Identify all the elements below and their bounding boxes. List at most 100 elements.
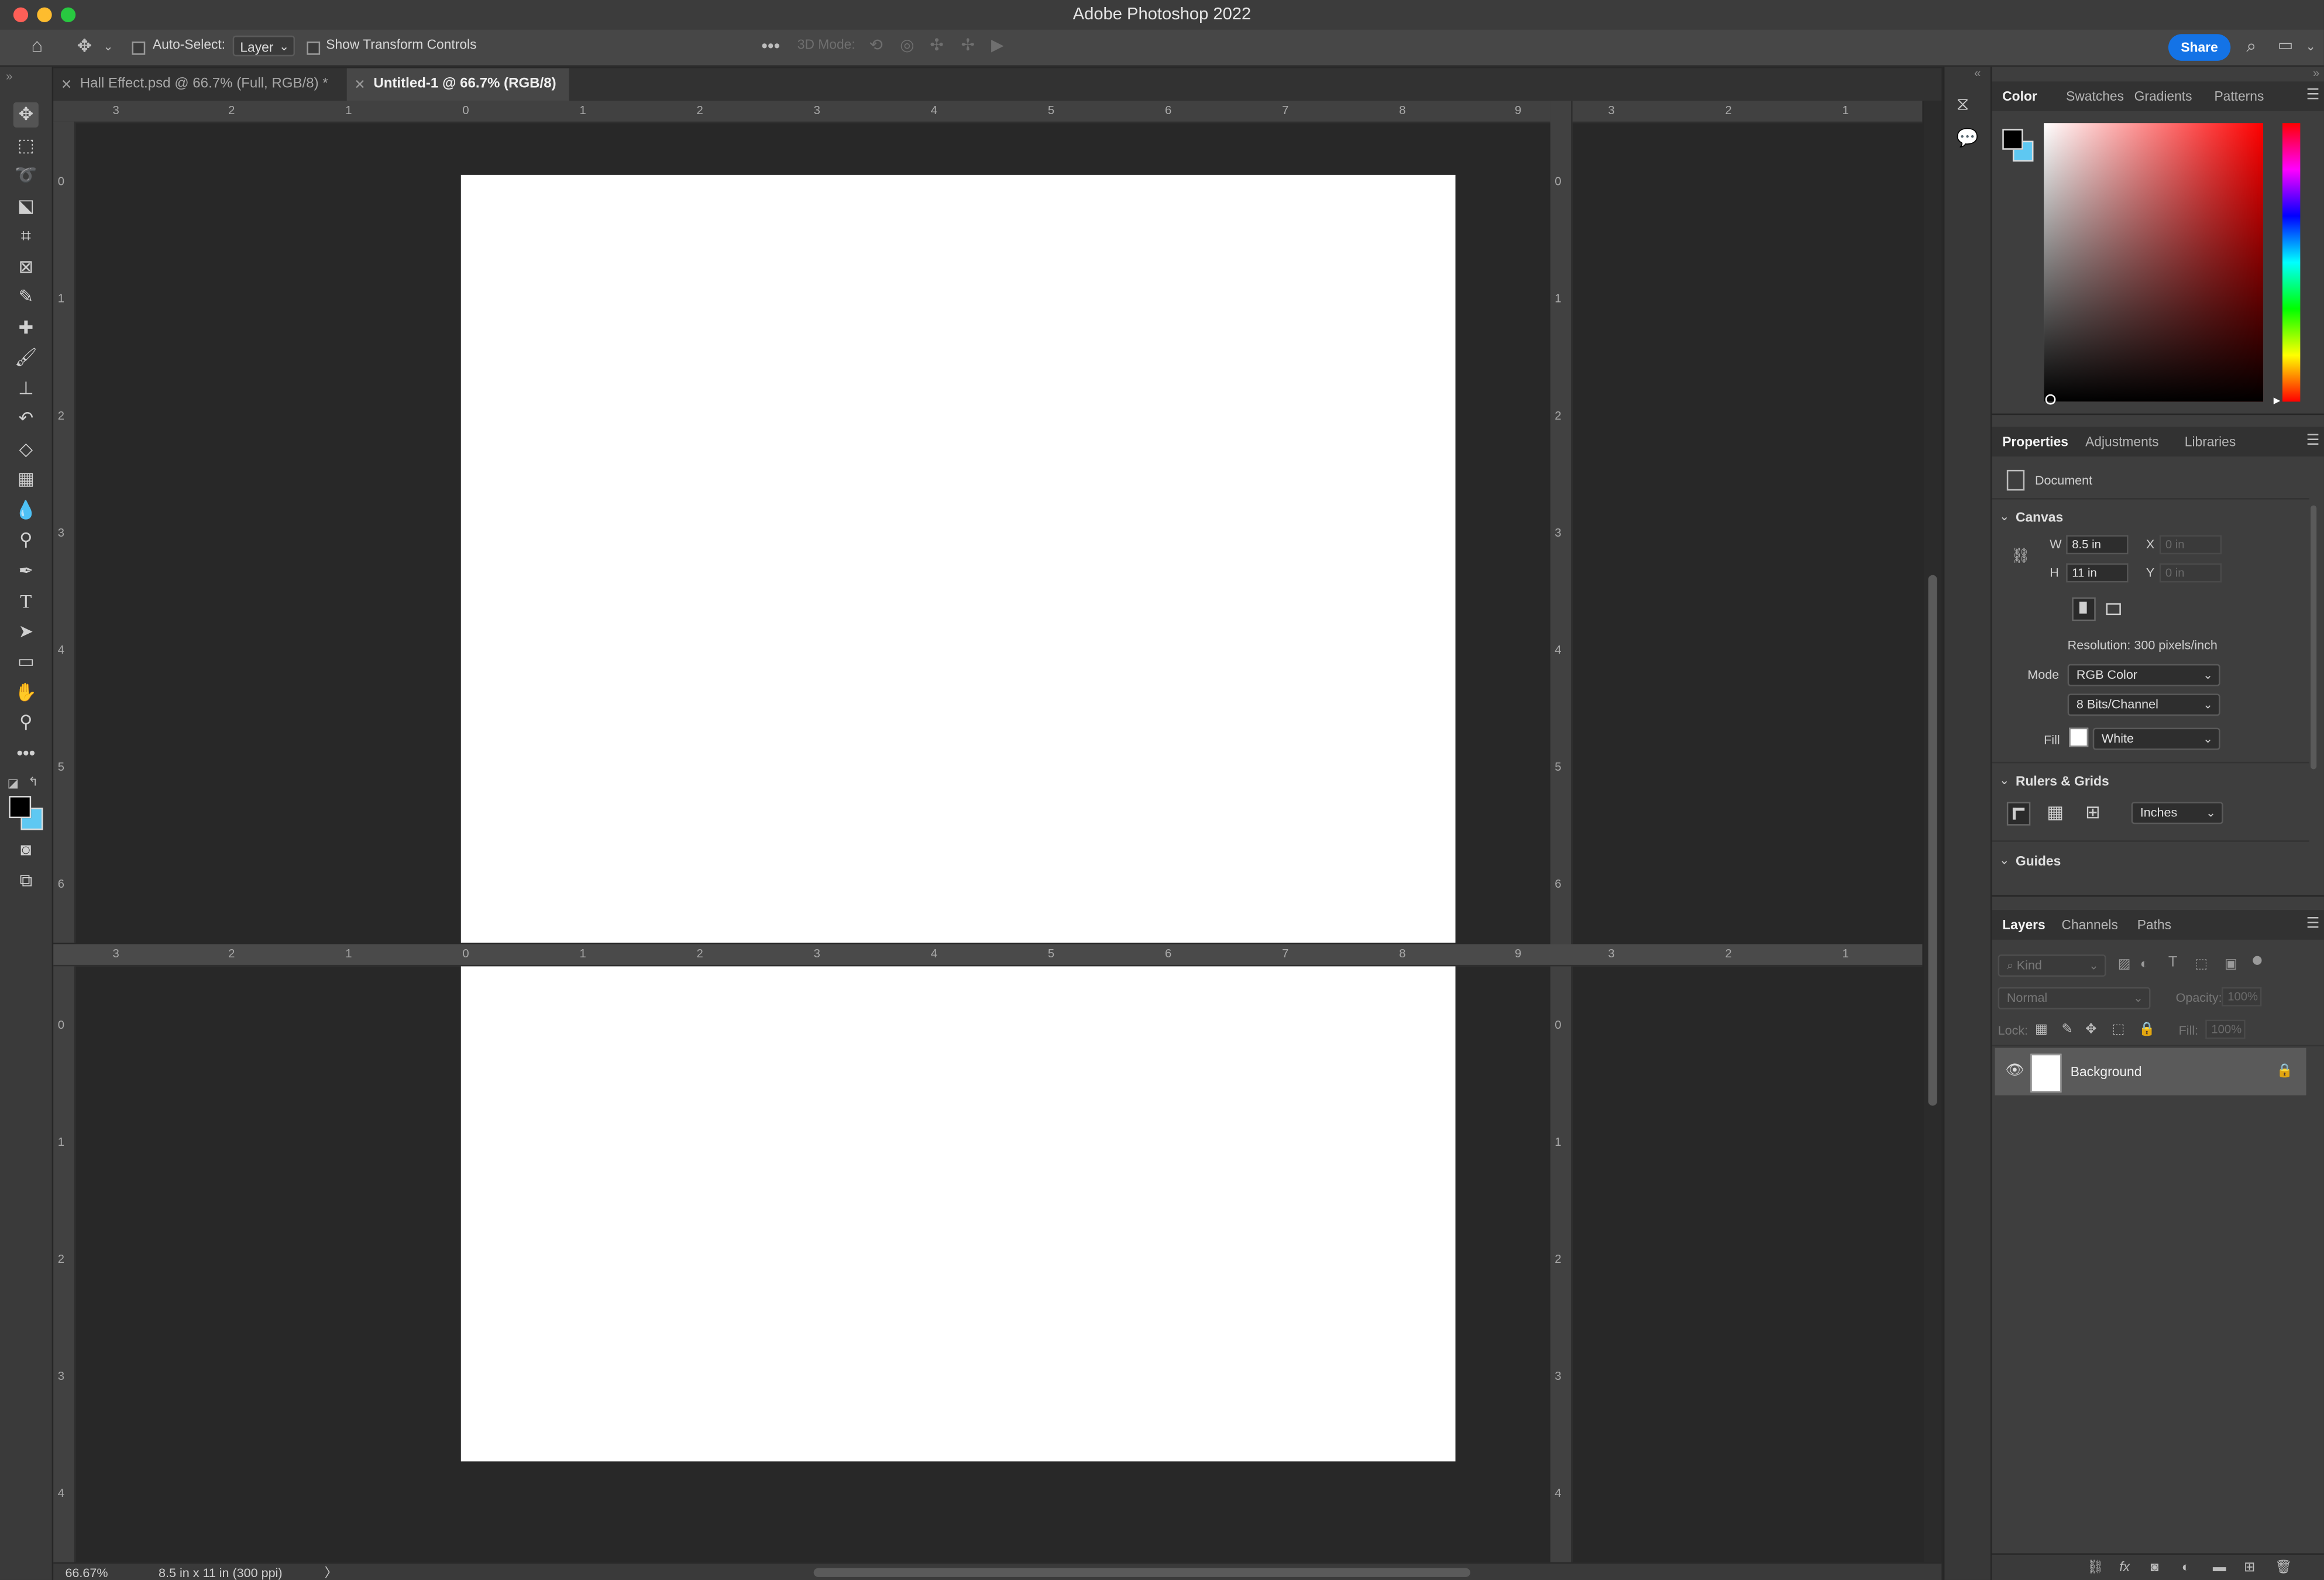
panel-menu-icon[interactable]: ☰ bbox=[2306, 916, 2320, 932]
swap-colors-icon[interactable]: ↰ bbox=[28, 775, 38, 789]
status-menu-arrow-icon[interactable]: 〉 bbox=[325, 1564, 338, 1580]
delete-layer-icon[interactable]: 🗑 bbox=[2275, 1560, 2292, 1576]
zoom-tool-icon[interactable]: ⚲ bbox=[13, 710, 39, 735]
blur-tool-icon[interactable]: 💧 bbox=[13, 498, 39, 523]
tab-channels[interactable]: Channels bbox=[2062, 910, 2118, 940]
more-options-icon[interactable]: ••• bbox=[760, 37, 781, 54]
tab-libraries[interactable]: Libraries bbox=[2185, 427, 2236, 456]
zoom-level[interactable]: 66.67% bbox=[65, 1565, 108, 1580]
mode-dropdown[interactable]: RGB Color ⌄ bbox=[2067, 664, 2220, 686]
tab-gradients[interactable]: Gradients bbox=[2134, 81, 2192, 111]
guides-section-title[interactable]: Guides bbox=[2016, 854, 2061, 868]
panel-menu-icon[interactable]: ☰ bbox=[2306, 433, 2320, 449]
rulers-toggle-button[interactable] bbox=[2006, 802, 2031, 826]
expand-dock-icon[interactable]: « bbox=[1974, 67, 1981, 80]
chevron-down-icon[interactable]: ⌄ bbox=[1999, 854, 2009, 867]
eye-icon[interactable]: 👁 bbox=[2005, 1063, 2024, 1079]
hue-slider[interactable] bbox=[2282, 123, 2301, 402]
layer-row[interactable]: 👁 Background 🔒 bbox=[1995, 1047, 2306, 1095]
eyedropper-tool-icon[interactable]: ✎ bbox=[13, 284, 39, 310]
workspace-chevron-icon[interactable]: ⌄ bbox=[2303, 39, 2318, 56]
new-layer-icon[interactable]: ⊞ bbox=[2244, 1560, 2255, 1576]
canvas-page-top[interactable] bbox=[460, 174, 1456, 943]
vertical-ruler-split[interactable]: 0 1 2 3 4 5 6 0 1 2 3 4 bbox=[1550, 101, 1573, 1562]
tool-preset-chevron-icon[interactable]: ⌄ bbox=[101, 39, 115, 56]
link-layers-icon[interactable]: ⛓ bbox=[2087, 1560, 2104, 1576]
color-picker-cursor[interactable] bbox=[2045, 394, 2056, 405]
gradient-tool-icon[interactable]: ▦ bbox=[13, 467, 39, 492]
move-tool-icon[interactable]: ✥ bbox=[13, 102, 39, 128]
search-icon[interactable]: ⌕ bbox=[2241, 37, 2261, 54]
rulers-grids-section-title[interactable]: Rulers & Grids bbox=[2016, 774, 2109, 788]
portrait-orientation-button[interactable] bbox=[2072, 597, 2096, 621]
collapse-panels-icon[interactable]: » bbox=[2313, 67, 2319, 80]
eraser-tool-icon[interactable]: ◇ bbox=[13, 437, 39, 462]
clone-stamp-tool-icon[interactable]: ⊥ bbox=[13, 376, 39, 401]
filter-toggle-icon[interactable] bbox=[2253, 956, 2262, 965]
horizontal-ruler-bottom[interactable]: 3 2 1 0 1 2 3 4 5 6 7 8 9 3 2 1 bbox=[53, 944, 1923, 967]
filter-pixel-layers-icon[interactable]: ▨ bbox=[2118, 956, 2131, 973]
type-tool-icon[interactable]: T bbox=[13, 589, 39, 614]
chevron-down-icon[interactable]: ⌄ bbox=[1999, 774, 2009, 787]
show-transform-controls-checkbox[interactable] bbox=[307, 41, 321, 55]
auto-select-target-dropdown[interactable]: Layer ⌄ bbox=[232, 35, 295, 57]
filter-smart-objects-icon[interactable]: ▣ bbox=[2225, 956, 2237, 973]
color-fg-swatch[interactable] bbox=[2002, 129, 2023, 150]
width-field[interactable]: 8.5 in bbox=[2066, 535, 2129, 555]
foreground-color-swatch[interactable] bbox=[9, 796, 32, 819]
filter-shape-layers-icon[interactable]: ⬚ bbox=[2195, 956, 2208, 973]
new-group-icon[interactable]: ▬ bbox=[2213, 1560, 2226, 1574]
hue-slider-handle-icon[interactable]: ▶ bbox=[2274, 396, 2281, 406]
lock-icon[interactable]: 🔒 bbox=[2277, 1063, 2293, 1079]
canvas-area[interactable]: 3 2 1 0 1 2 3 4 5 6 7 8 9 3 2 1 0 1 2 3 … bbox=[53, 101, 1942, 1562]
height-field[interactable]: 11 in bbox=[2066, 563, 2129, 583]
horizontal-scroll-thumb[interactable] bbox=[813, 1568, 1470, 1577]
auto-select-checkbox[interactable] bbox=[132, 41, 146, 55]
fill-color-swatch[interactable] bbox=[2069, 727, 2089, 747]
canvas-section-title[interactable]: Canvas bbox=[2016, 510, 2063, 524]
dodge-tool-icon[interactable]: ⚲ bbox=[13, 528, 39, 553]
tab-adjustments[interactable]: Adjustments bbox=[2085, 427, 2158, 456]
lock-position-icon[interactable]: ✥ bbox=[2085, 1021, 2096, 1038]
rectangle-tool-icon[interactable]: ▭ bbox=[13, 649, 39, 674]
tab-patterns[interactable]: Patterns bbox=[2214, 81, 2264, 111]
quick-mask-icon[interactable]: ◙ bbox=[13, 837, 39, 863]
close-tab-icon[interactable]: ✕ bbox=[354, 68, 365, 101]
frame-tool-icon[interactable]: ⊠ bbox=[13, 255, 39, 280]
edit-toolbar-icon[interactable]: ••• bbox=[13, 741, 39, 766]
horizontal-ruler-top[interactable]: 3 2 1 0 1 2 3 4 5 6 7 8 9 3 2 1 bbox=[53, 101, 1923, 123]
landscape-orientation-button[interactable] bbox=[2103, 599, 2122, 618]
lasso-tool-icon[interactable]: ➰ bbox=[13, 163, 39, 188]
vertical-ruler-bottom[interactable]: 0 1 2 3 4 bbox=[53, 966, 76, 1562]
layer-name[interactable]: Background bbox=[2071, 1064, 2142, 1079]
history-brush-tool-icon[interactable]: ↶ bbox=[13, 406, 39, 431]
healing-brush-tool-icon[interactable]: ✚ bbox=[13, 315, 39, 341]
adjustment-layer-icon[interactable]: ◐ bbox=[2182, 1560, 2190, 1574]
vertical-scroll-thumb[interactable] bbox=[1928, 575, 1937, 1106]
history-panel-icon[interactable]: ⧖ bbox=[1957, 94, 1969, 116]
vertical-ruler-top[interactable]: 0 1 2 3 4 5 6 bbox=[53, 121, 76, 943]
lock-transparent-pixels-icon[interactable]: ▦ bbox=[2035, 1021, 2048, 1038]
pen-tool-icon[interactable]: ✒ bbox=[13, 559, 39, 584]
brush-tool-icon[interactable]: 🖌 bbox=[13, 345, 39, 370]
layer-style-icon[interactable]: fx bbox=[2119, 1560, 2130, 1574]
ruler-units-dropdown[interactable]: Inches ⌄ bbox=[2131, 802, 2223, 825]
color-field[interactable] bbox=[2044, 123, 2264, 402]
vertical-scrollbar[interactable] bbox=[1923, 101, 1942, 1562]
marquee-tool-icon[interactable]: ⬚ bbox=[13, 133, 39, 159]
collapse-tools-icon[interactable]: » bbox=[6, 70, 12, 83]
lock-artboard-icon[interactable]: ⬚ bbox=[2112, 1021, 2125, 1038]
properties-scroll-thumb[interactable] bbox=[2311, 505, 2317, 770]
grid-toggle-icon[interactable]: ▦ bbox=[2047, 803, 2064, 821]
share-button[interactable]: Share bbox=[2168, 34, 2231, 61]
filter-type-layers-icon[interactable]: T bbox=[2168, 954, 2177, 971]
layer-filter-dropdown[interactable]: ⌕ Kind ⌄ bbox=[1998, 954, 2106, 977]
panel-menu-icon[interactable]: ☰ bbox=[2306, 87, 2320, 104]
tab-properties[interactable]: Properties bbox=[2002, 427, 2068, 456]
default-colors-icon[interactable]: ◪ bbox=[8, 777, 19, 790]
filter-adjustment-layers-icon[interactable]: ◐ bbox=[2140, 956, 2148, 971]
tab-swatches[interactable]: Swatches bbox=[2066, 81, 2124, 111]
tab-untitled-1[interactable]: ✕ Untitled-1 @ 66.7% (RGB/8) bbox=[346, 68, 569, 101]
screen-mode-icon[interactable]: ⧉ bbox=[13, 868, 39, 894]
close-tab-icon[interactable]: ✕ bbox=[61, 68, 72, 101]
